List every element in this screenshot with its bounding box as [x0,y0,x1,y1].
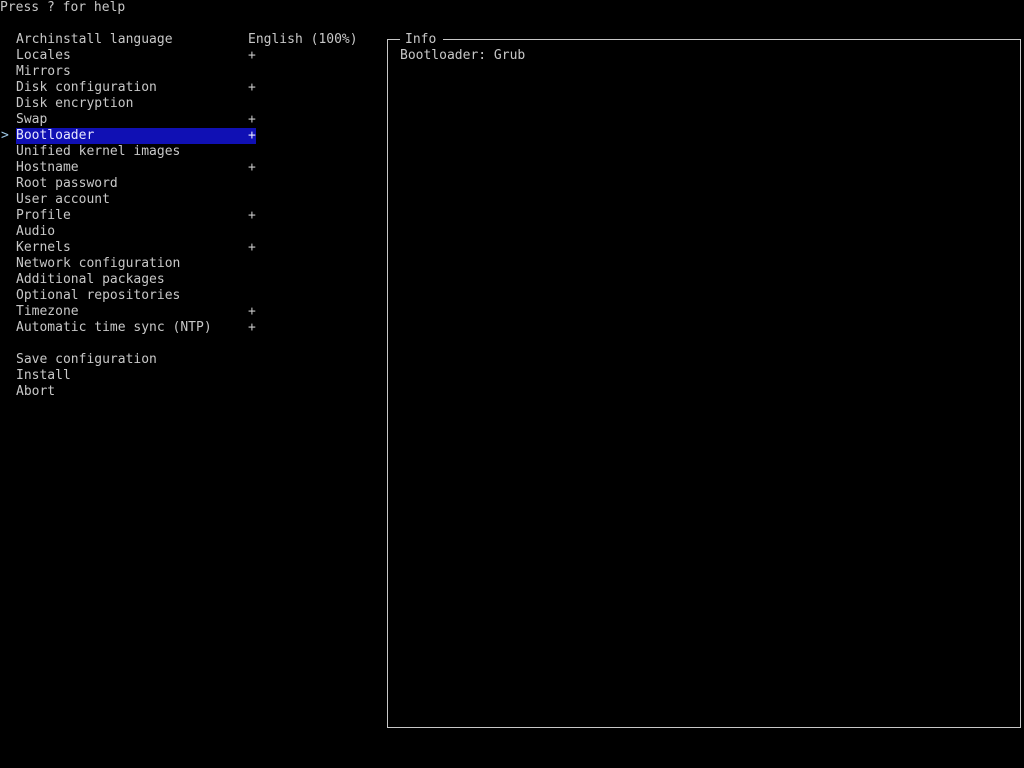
help-hint: Press ? for help [0,0,126,15]
menu-item-archinstall-language[interactable]: Archinstall language [16,32,256,48]
info-panel-title: Info [400,32,444,48]
language-value: English (100%) [248,32,358,47]
menu-item-label: Unified kernel images [16,144,181,159]
menu-item-disk-configuration[interactable]: Disk configuration + [16,80,256,96]
info-panel [387,39,1021,728]
menu-item-label: Hostname [16,160,79,175]
menu-item-label: Bootloader [16,128,95,143]
menu-item-root-password[interactable]: Root password [16,176,256,192]
menu-item-swap[interactable]: Swap + [16,112,256,128]
configured-marker: + [248,128,256,143]
abort-button[interactable]: Abort [16,384,256,400]
menu-item-label: Network configuration [16,256,181,271]
menu-item-label: Timezone [16,304,79,319]
menu-item-optional-repositories[interactable]: Optional repositories [16,288,256,304]
menu-item-label: Mirrors [16,64,71,79]
menu-item-user-account[interactable]: User account [16,192,256,208]
install-button[interactable]: Install [16,368,256,384]
menu-item-automatic-time-sync[interactable]: Automatic time sync (NTP) + [16,320,256,336]
menu-item-kernels[interactable]: Kernels + [16,240,256,256]
menu-item-label: Additional packages [16,272,165,287]
menu-item-hostname[interactable]: Hostname + [16,160,256,176]
chevron-right-icon: > [1,128,9,143]
configured-marker: + [248,80,256,95]
menu-item-disk-encryption[interactable]: Disk encryption [16,96,256,112]
save-configuration-button[interactable]: Save configuration [16,352,256,368]
menu-item-locales[interactable]: Locales + [16,48,256,64]
menu-item-label: Audio [16,224,56,239]
menu-item-additional-packages[interactable]: Additional packages [16,272,256,288]
configured-marker: + [248,48,256,63]
menu-item-label: Disk encryption [16,96,134,111]
menu-item-label: Automatic time sync (NTP) [16,320,212,335]
menu-item-audio[interactable]: Audio [16,224,256,240]
menu-item-mirrors[interactable]: Mirrors [16,64,256,80]
configured-marker: + [248,112,256,127]
configured-marker: + [248,240,256,255]
configured-marker: + [248,160,256,175]
menu-item-label: User account [16,192,110,207]
menu-item-network-configuration[interactable]: Network configuration [16,256,256,272]
info-panel-text: Bootloader: Grub [400,48,526,63]
configured-marker: + [248,304,256,319]
menu-item-profile[interactable]: Profile + [16,208,256,224]
menu-item-label: Kernels [16,240,71,255]
menu-item-label: Disk configuration [16,80,157,95]
menu-item-label: Optional repositories [16,288,181,303]
configured-marker: + [248,320,256,335]
menu-item-label: Save configuration [16,352,157,367]
menu-item-bootloader[interactable]: Bootloader + [16,128,256,144]
menu-item-label: Locales [16,48,71,63]
menu-item-timezone[interactable]: Timezone + [16,304,256,320]
menu-item-label: Archinstall language [16,32,173,47]
menu-item-label: Swap [16,112,48,127]
menu-item-label: Install [16,368,71,383]
menu-item-label: Root password [16,176,118,191]
configured-marker: + [248,208,256,223]
menu-item-unified-kernel-images[interactable]: Unified kernel images [16,144,256,160]
menu-item-label: Abort [16,384,56,399]
menu-item-label: Profile [16,208,71,223]
